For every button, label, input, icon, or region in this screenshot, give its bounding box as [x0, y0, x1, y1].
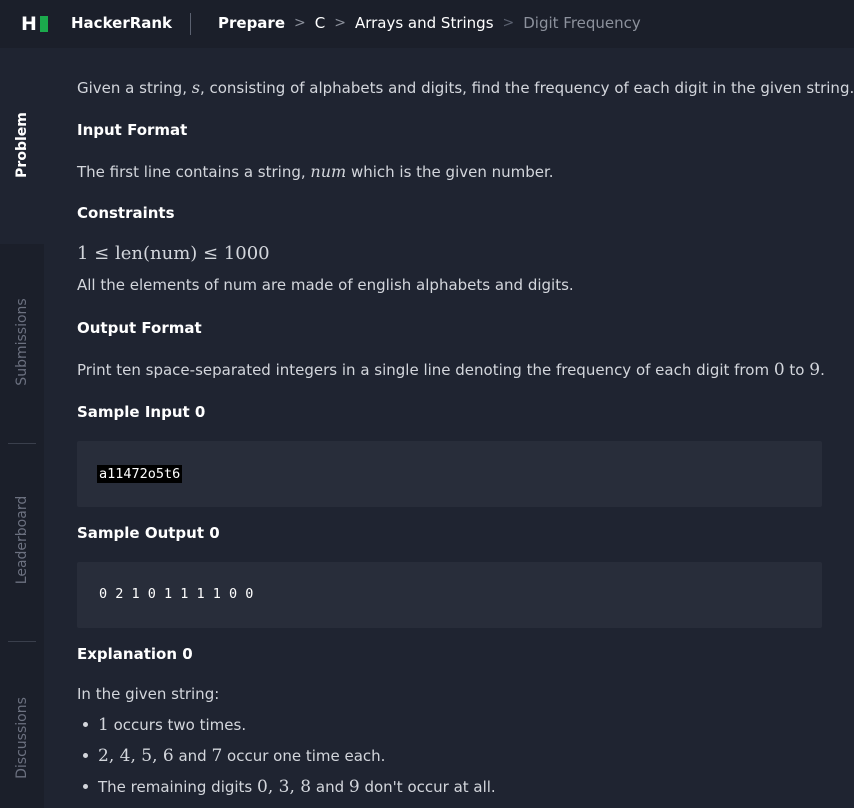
bullet-text: occurs two times.: [108, 716, 247, 734]
breadcrumb-c[interactable]: C: [315, 14, 325, 32]
bullet-math: 7: [211, 746, 223, 766]
sample-output-code: 0 2 1 0 1 1 1 1 0 0: [99, 586, 254, 602]
input-format-variable: num: [310, 162, 347, 181]
bullet-text: The remaining digits: [98, 778, 258, 796]
tab-leaderboard[interactable]: Leaderboard: [0, 444, 44, 640]
output-format-prefix: Print ten space-separated integers in a …: [77, 361, 774, 379]
bullet-dot-icon: [83, 752, 88, 758]
intro-variable: s: [191, 78, 200, 97]
output-to-word: to: [784, 361, 810, 379]
input-format-text: The first line contains a string, num wh…: [77, 162, 554, 181]
sample-input-code: a11472o5t6: [97, 465, 183, 483]
bullet-math: 9: [348, 777, 360, 797]
top-navigation-bar: H HackerRank Prepare > C > Arrays and St…: [0, 0, 854, 48]
tab-problem-label: Problem: [14, 112, 30, 178]
sample-input-box: a11472o5t6: [77, 441, 822, 507]
brand-name[interactable]: HackerRank: [71, 14, 172, 32]
explanation-intro: In the given string:: [77, 685, 220, 703]
tab-leaderboard-label: Leaderboard: [14, 495, 30, 585]
tab-submissions-label: Submissions: [14, 298, 30, 386]
bullet-text: and: [311, 778, 349, 796]
hackerrank-logo[interactable]: H: [21, 14, 48, 34]
problem-intro: Given a string, s, consisting of alphabe…: [77, 78, 854, 97]
sample-output-heading: Sample Output 0: [77, 524, 220, 542]
bullet-text: and: [173, 747, 212, 765]
chevron-right-icon: >: [294, 15, 306, 31]
sample-output-box: 0 2 1 0 1 1 1 1 0 0: [77, 562, 822, 628]
intro-prefix: Given a string,: [77, 79, 192, 97]
tab-submissions[interactable]: Submissions: [0, 244, 44, 442]
output-format-text: Print ten space-separated integers in a …: [77, 360, 825, 380]
breadcrumb-prepare[interactable]: Prepare: [218, 14, 285, 32]
constraints-heading: Constraints: [77, 204, 175, 222]
constraint-formula-text: 1 ≤ len(num) ≤ 1000: [77, 243, 270, 264]
problem-tabs-sidebar: Problem Submissions Leaderboard Discussi…: [0, 48, 44, 808]
chevron-right-icon: >: [334, 15, 346, 31]
bullet-math: 1: [98, 715, 109, 735]
list-item: 2, 4, 5, 6 and 7 occur one time each.: [77, 746, 385, 766]
intro-suffix: , consisting of alphabets and digits, fi…: [199, 79, 854, 97]
output-from-digit: 0: [773, 360, 785, 380]
sample-input-heading: Sample Input 0: [77, 403, 206, 421]
bullet-math: 2, 4, 5, 6: [98, 746, 174, 766]
input-format-heading: Input Format: [77, 121, 188, 139]
bullet-math: 0, 3, 8: [257, 777, 312, 797]
output-format-heading: Output Format: [77, 319, 202, 337]
logo-green-block-icon: [39, 16, 48, 32]
list-item: 1 occurs two times.: [77, 715, 246, 735]
output-to-digit: 9: [809, 360, 821, 380]
logo-letter: H: [21, 13, 37, 35]
bullet-text: occur one time each.: [222, 747, 386, 765]
breadcrumb-current-page: Digit Frequency: [523, 14, 641, 32]
breadcrumb: Prepare > C > Arrays and Strings > Digit…: [218, 13, 641, 33]
constraint-text: All the elements of num are made of engl…: [77, 276, 574, 294]
bullet-dot-icon: [83, 783, 88, 789]
tab-discussions-label: Discussions: [14, 697, 30, 779]
constraint-formula: 1 ≤ len(num) ≤ 1000: [77, 243, 270, 264]
tab-problem[interactable]: Problem: [0, 48, 44, 244]
output-end: .: [820, 361, 825, 379]
input-format-prefix: The first line contains a string,: [77, 163, 311, 181]
bullet-text: don't occur at all.: [359, 778, 496, 796]
input-format-suffix: which is the given number.: [346, 163, 554, 181]
header-divider: [190, 13, 191, 35]
list-item: The remaining digits 0, 3, 8 and 9 don't…: [77, 777, 496, 797]
tab-discussions[interactable]: Discussions: [0, 642, 44, 808]
chevron-right-icon: >: [502, 15, 515, 31]
breadcrumb-arrays-and-strings[interactable]: Arrays and Strings: [355, 14, 494, 32]
bullet-dot-icon: [83, 721, 88, 727]
explanation-heading: Explanation 0: [77, 645, 193, 663]
